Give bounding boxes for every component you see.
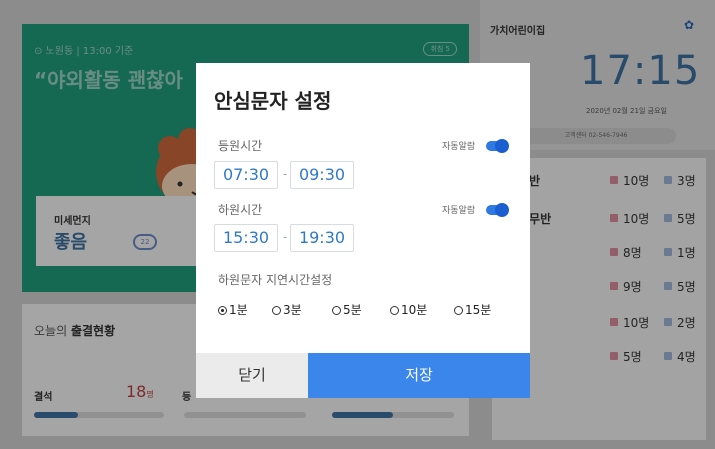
delay-option-15[interactable]: 15분 <box>454 301 491 318</box>
delay-option-label: 15분 <box>465 303 492 317</box>
safety-message-settings-dialog: 안심문자 설정 등원시간 자동알람 07:30 - 09:30 하원시간 자동알… <box>196 63 530 398</box>
delay-option-label: 5분 <box>343 303 362 317</box>
delay-option-label: 1분 <box>229 303 248 317</box>
delay-option-label: 3분 <box>283 303 302 317</box>
delay-option-10[interactable]: 10분 <box>390 301 427 318</box>
departure-time-label: 하원시간 <box>218 203 263 217</box>
delay-option-label: 10분 <box>401 303 428 317</box>
close-button[interactable]: 닫기 <box>196 353 308 398</box>
delay-option-3[interactable]: 3분 <box>272 301 302 318</box>
arrival-time-label: 등원시간 <box>218 139 263 153</box>
departure-end-time[interactable]: 19:30 <box>290 224 354 252</box>
departure-auto-alarm-toggle[interactable] <box>486 203 509 217</box>
toggle-knob <box>495 139 509 153</box>
radio-icon <box>390 306 399 315</box>
radio-icon <box>454 306 463 315</box>
departure-auto-alarm-label: 자동알람 <box>442 206 476 216</box>
time-range-dash: - <box>283 230 288 244</box>
delay-option-1[interactable]: 1분 <box>218 301 248 318</box>
arrival-auto-alarm-label: 자동알람 <box>442 142 476 152</box>
departure-start-time[interactable]: 15:30 <box>214 224 278 252</box>
arrival-auto-alarm-toggle[interactable] <box>486 139 509 153</box>
delay-option-5[interactable]: 5분 <box>332 301 362 318</box>
time-range-dash: - <box>283 167 288 181</box>
arrival-end-time[interactable]: 09:30 <box>290 161 354 189</box>
save-button[interactable]: 저장 <box>308 353 530 398</box>
toggle-knob <box>495 203 509 217</box>
radio-selected-icon <box>218 306 227 315</box>
delay-setting-label: 하원문자 지연시간설정 <box>218 273 333 287</box>
radio-icon <box>272 306 281 315</box>
arrival-start-time[interactable]: 07:30 <box>214 161 278 189</box>
radio-icon <box>332 306 341 315</box>
dialog-title: 안심문자 설정 <box>214 89 332 113</box>
